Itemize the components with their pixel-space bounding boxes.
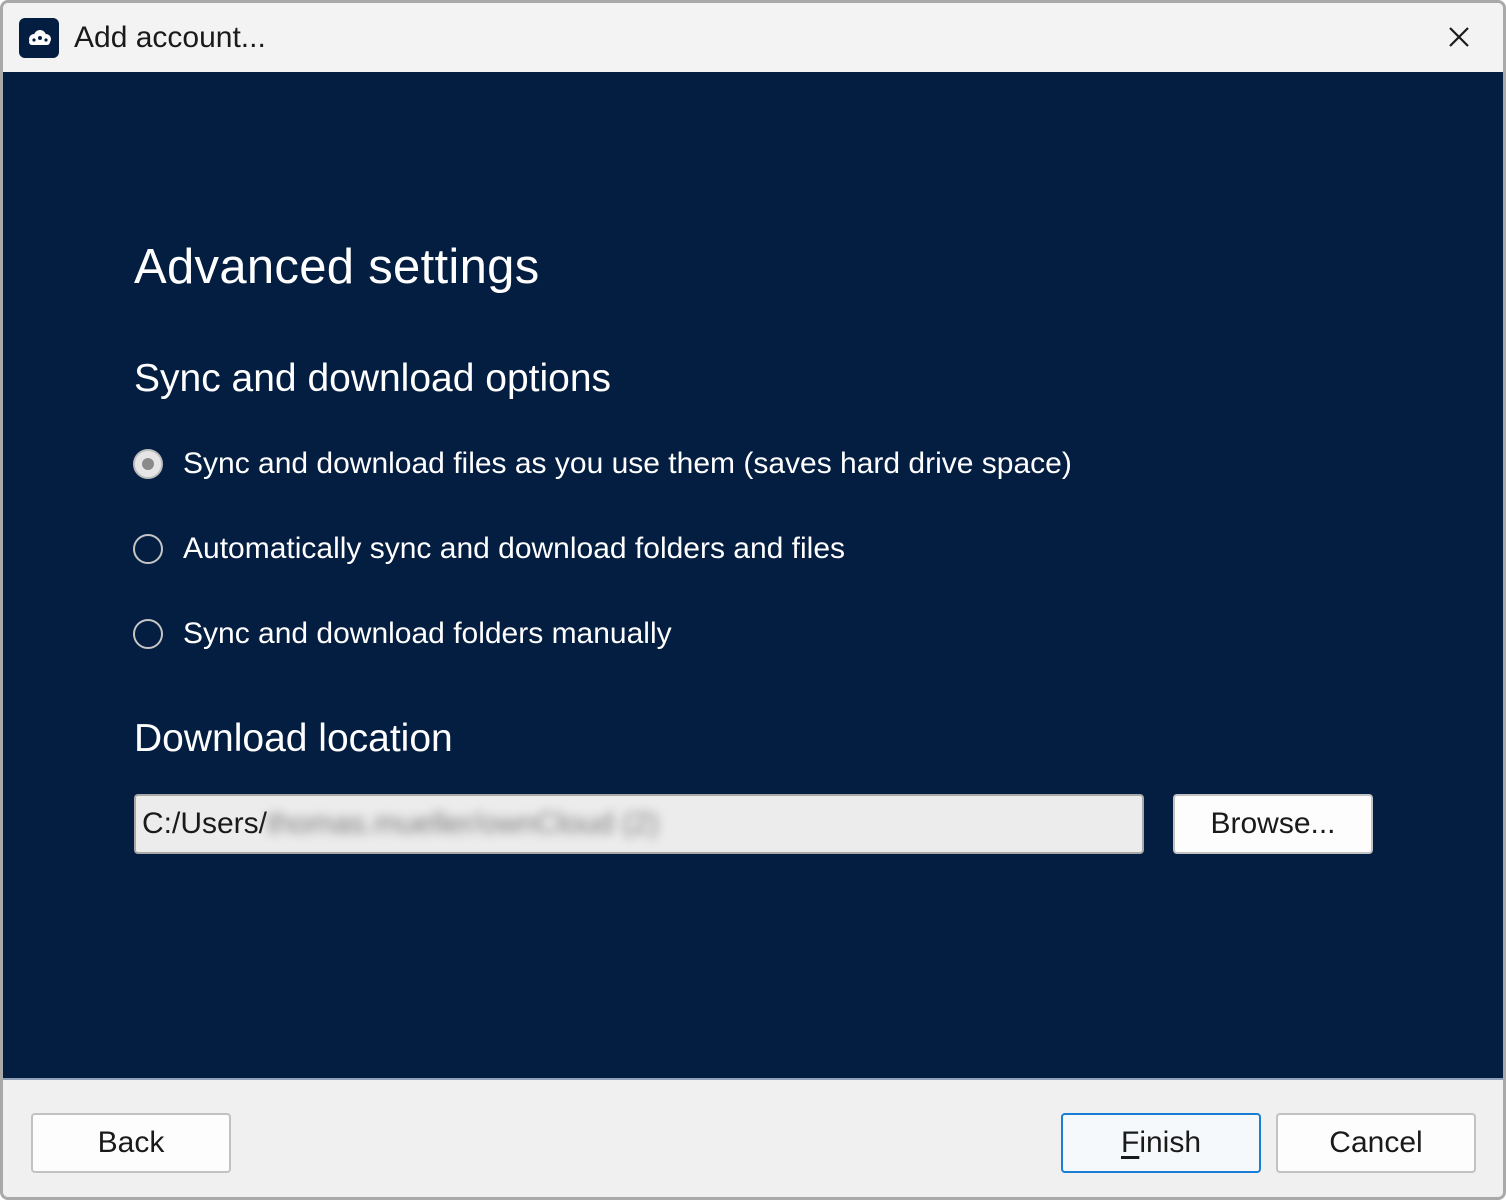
sync-option-label: Automatically sync and download folders … (183, 532, 846, 565)
close-button[interactable] (1429, 15, 1489, 59)
title-bar: Add account... (3, 3, 1503, 72)
radio-button-selected[interactable] (133, 449, 163, 479)
finish-label-rest: inish (1139, 1126, 1202, 1159)
owncloud-cloud-icon (19, 18, 59, 58)
radio-button[interactable] (133, 534, 163, 564)
download-path-redacted: thomas.mueller/ownCloud (2) (267, 807, 659, 840)
back-button[interactable]: Back (31, 1113, 231, 1173)
sync-option-manual[interactable]: Sync and download folders manually (133, 614, 672, 654)
radio-button[interactable] (133, 619, 163, 649)
add-account-dialog: Add account... Advanced settings Sync an… (0, 0, 1506, 1200)
wizard-footer: Back Finish Cancel (3, 1080, 1503, 1197)
browse-button[interactable]: Browse... (1173, 794, 1373, 854)
sync-option-label: Sync and download folders manually (183, 617, 672, 650)
finish-button[interactable]: Finish (1061, 1113, 1261, 1173)
download-path-prefix: C:/Users/ (142, 807, 268, 840)
page-title: Advanced settings (134, 240, 540, 294)
download-location-heading: Download location (134, 717, 453, 760)
finish-mnemonic: F (1120, 1126, 1140, 1159)
sync-option-automatic[interactable]: Automatically sync and download folders … (133, 529, 845, 569)
cancel-button[interactable]: Cancel (1276, 1113, 1476, 1173)
download-location-input[interactable]: C:/Users/ thomas.mueller/ownCloud (2) (134, 794, 1144, 854)
sync-option-label: Sync and download files as you use them … (183, 447, 1072, 480)
window-title: Add account... (74, 21, 266, 54)
wizard-content: Advanced settings Sync and download opti… (3, 72, 1503, 1078)
sync-option-on-demand[interactable]: Sync and download files as you use them … (133, 444, 1072, 484)
close-icon (1449, 27, 1469, 47)
sync-options-heading: Sync and download options (134, 357, 612, 400)
